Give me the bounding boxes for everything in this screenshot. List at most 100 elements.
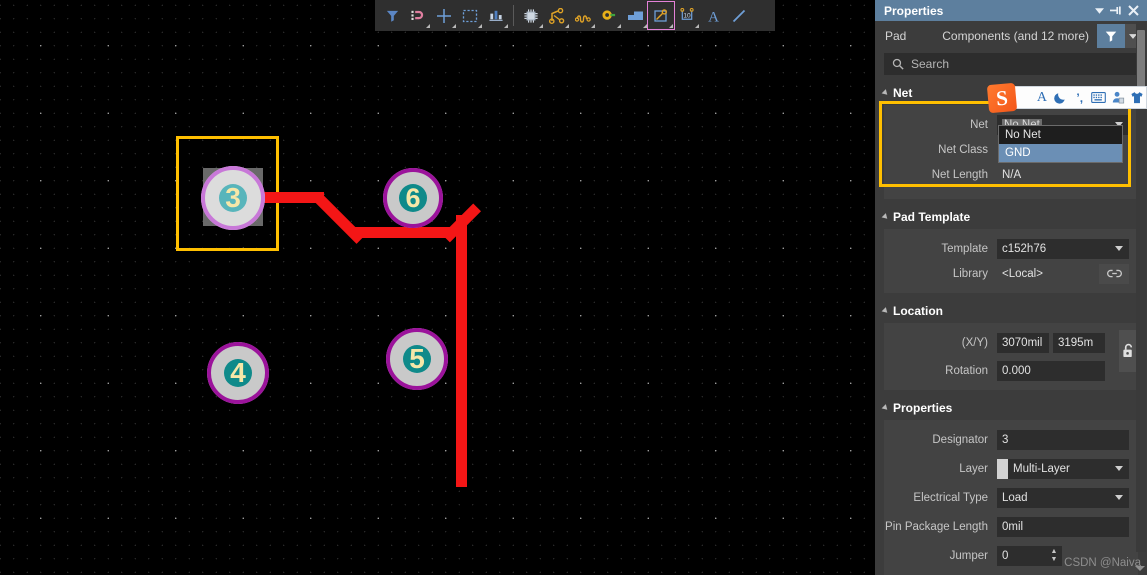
electrical-type-dropdown[interactable]: Load [997, 487, 1129, 508]
section-body-net: Net No Net Net Class Net Length N/A [879, 101, 1138, 199]
panel-title-bar: Properties [875, 0, 1147, 21]
stepper-arrows[interactable]: ▲ ▼ [1046, 545, 1062, 566]
object-scope-label: Components (and 12 more) [942, 29, 1089, 43]
polygon-icon[interactable] [622, 2, 648, 29]
chevron-down-icon [1115, 466, 1123, 471]
field-label: Net [970, 118, 988, 131]
y-coordinate-input[interactable]: 3195m [1053, 332, 1105, 353]
sogou-logo-icon[interactable]: S [986, 82, 1018, 114]
field-label: Designator [932, 433, 988, 446]
pad-4[interactable]: 4 [207, 342, 269, 404]
pad-number: 4 [230, 357, 246, 388]
section-title: Pad Template [893, 210, 971, 224]
field-label: Pin Package Length [885, 520, 988, 533]
ime-toolbar: A ’, [1010, 86, 1147, 109]
designator-input[interactable]: 3 [997, 429, 1129, 450]
object-kind-label: Pad [885, 29, 907, 43]
field-pin-package-length: Pin Package Length 0mil [884, 514, 1138, 539]
skin-icon[interactable] [1127, 86, 1146, 109]
bar-chart-icon[interactable] [483, 2, 509, 29]
input-mode-letter-icon[interactable]: A [1032, 86, 1051, 109]
pin-package-length-input[interactable]: 0mil [997, 516, 1129, 537]
pcb-canvas[interactable]: 6 4 5 3 10 A [0, 0, 875, 575]
layer-color-swatch [997, 458, 1008, 479]
text-icon[interactable]: A [700, 2, 726, 29]
field-label: Jumper [949, 549, 988, 562]
x-coordinate-input[interactable]: 3070mil [997, 332, 1049, 353]
field-template: Template c152h76 [884, 236, 1138, 261]
layer-value: Multi-Layer [1013, 462, 1070, 475]
line-icon[interactable] [726, 2, 752, 29]
close-icon[interactable] [1125, 3, 1141, 19]
search-input[interactable]: Search [884, 53, 1138, 75]
stepper-up-icon[interactable]: ▲ [1051, 548, 1058, 556]
dimension-icon[interactable]: 10 [674, 2, 700, 29]
field-label: Library [952, 267, 988, 280]
trace-segment-v1[interactable] [456, 215, 467, 487]
dropdown-option-no-net[interactable]: No Net [999, 126, 1122, 144]
moon-icon[interactable] [1051, 86, 1070, 109]
field-xy: (X/Y) 3070mil 3195m [884, 330, 1114, 355]
section-header-properties[interactable]: Properties [875, 398, 1147, 418]
search-icon [892, 58, 904, 70]
section-title: Properties [893, 401, 953, 415]
pad-6[interactable]: 6 [383, 168, 443, 228]
layer-dropdown[interactable]: Multi-Layer [1008, 458, 1129, 479]
field-designator: Designator 3 [884, 427, 1138, 452]
library-value: <Local> [1002, 267, 1043, 280]
template-dropdown[interactable]: c152h76 [997, 238, 1129, 259]
dashed-select-icon[interactable] [457, 2, 483, 29]
net-length-value: N/A [1002, 168, 1022, 181]
page-title: Properties [884, 3, 944, 18]
jumper-value: 0 [1002, 549, 1009, 562]
field-label: Template [941, 242, 988, 255]
electrical-type-value: Load [1002, 491, 1028, 504]
chevron-down-icon [1115, 246, 1123, 251]
search-placeholder: Search [911, 57, 950, 71]
rotation-input[interactable]: 0.000 [997, 360, 1105, 381]
pad-5[interactable]: 5 [386, 328, 448, 390]
dropdown-option-gnd[interactable]: GND [999, 144, 1122, 162]
jumper-stepper[interactable]: 0 ▲ ▼ [997, 545, 1062, 566]
via-icon[interactable] [596, 2, 622, 29]
watermark-text: CSDN @Naiva [1064, 557, 1141, 569]
field-label: Net Class [938, 143, 988, 156]
pad-icon[interactable] [647, 1, 675, 30]
collapse-triangle-icon [881, 89, 890, 97]
template-value: c152h76 [1002, 242, 1047, 255]
pin-icon[interactable] [1108, 3, 1124, 19]
section-header-location[interactable]: Location [875, 301, 1147, 321]
object-scope-row: Pad Components (and 12 more) [875, 21, 1147, 51]
chevron-down-icon [1115, 495, 1123, 500]
field-library: Library <Local> [884, 261, 1138, 286]
wave-icon[interactable] [570, 2, 596, 29]
field-electrical-type: Electrical Type Load [884, 485, 1138, 510]
field-label: Rotation [945, 364, 988, 377]
route-icon[interactable] [544, 2, 570, 29]
chain-link-icon[interactable] [1099, 263, 1129, 284]
filter-icon[interactable] [379, 2, 405, 29]
svg-text:10: 10 [683, 12, 691, 19]
field-label: Layer [959, 462, 988, 475]
keyboard-icon[interactable] [1089, 86, 1108, 109]
magnet-icon[interactable] [405, 2, 431, 29]
search-row: Search [875, 51, 1147, 75]
net-dropdown-list[interactable]: No Net GND [998, 125, 1123, 163]
trace-segment-h2[interactable] [353, 227, 452, 238]
chevron-down-icon[interactable] [1091, 3, 1107, 19]
funnel-icon[interactable] [1097, 24, 1125, 48]
stepper-down-icon[interactable]: ▼ [1051, 556, 1058, 564]
collapse-triangle-icon [881, 307, 890, 315]
pad-number: 6 [405, 182, 421, 213]
field-layer: Layer Multi-Layer [884, 456, 1138, 481]
collapse-triangle-icon [881, 404, 890, 412]
user-icon[interactable] [1108, 86, 1127, 109]
pad-number: 5 [409, 343, 425, 374]
section-header-pad-template[interactable]: Pad Template [875, 207, 1147, 227]
field-label: (X/Y) [961, 336, 988, 349]
crosshair-icon[interactable] [431, 2, 457, 29]
pad-3-selected[interactable]: 3 [201, 166, 265, 230]
ic-chip-icon[interactable] [518, 2, 544, 29]
punctuation-icon[interactable]: ’, [1070, 86, 1089, 109]
section-body-properties: Designator 3 Layer Multi-Layer Electrica… [884, 420, 1138, 575]
